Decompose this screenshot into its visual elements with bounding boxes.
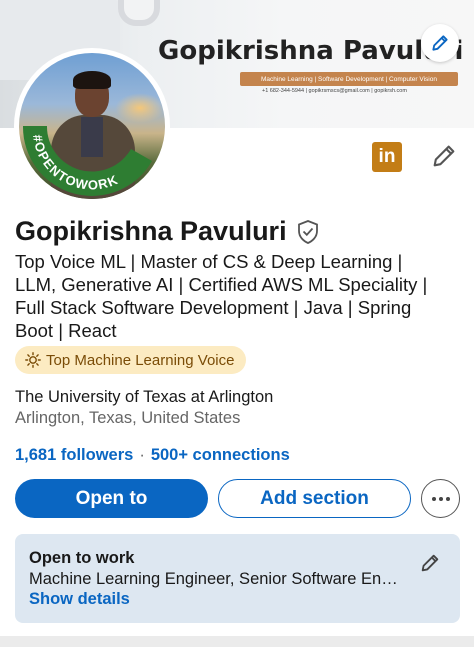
banner-contact: +1 682-344-5944 | gopikrsmscs@gmail.com … xyxy=(262,88,407,94)
open-to-button[interactable]: Open to xyxy=(15,479,208,518)
profile-location: Arlington, Texas, United States xyxy=(15,409,241,427)
open-to-work-roles: Machine Learning Engineer, Senior Softwa… xyxy=(29,570,404,588)
pencil-icon[interactable] xyxy=(430,142,458,170)
profile-school[interactable]: The University of Texas at Arlington xyxy=(15,388,273,407)
open-to-work-card[interactable]: Open to work Machine Learning Engineer, … xyxy=(15,534,460,623)
banner-mug-image xyxy=(118,0,160,26)
profile-name: Gopikrishna Pavuluri xyxy=(15,216,287,246)
pencil-icon[interactable] xyxy=(419,552,441,574)
more-button[interactable] xyxy=(421,479,460,518)
headline-line: Top Voice ML | Master of CS & Deep Learn… xyxy=(15,251,403,272)
open-to-work-title: Open to work xyxy=(29,549,135,567)
opentowork-frame: #OPENTOWORK xyxy=(22,126,153,196)
headline-line: LLM, Generative AI | Certified AWS ML Sp… xyxy=(15,274,428,295)
sun-icon xyxy=(25,352,41,368)
show-details-link[interactable]: Show details xyxy=(29,590,130,609)
verified-shield-icon[interactable] xyxy=(296,219,320,245)
add-section-button[interactable]: Add section xyxy=(218,479,411,518)
banner-tagline: Machine Learning | Software Development … xyxy=(240,72,458,86)
headline-line: Boot | React xyxy=(15,320,117,341)
profile-photo[interactable]: #OPENTOWORK xyxy=(14,48,170,204)
more-dots-icon xyxy=(431,496,436,501)
avatar: #OPENTOWORK xyxy=(19,53,165,199)
top-voice-label: Top Machine Learning Voice xyxy=(46,351,235,369)
pencil-icon xyxy=(432,35,448,51)
linkedin-icon[interactable]: in xyxy=(372,142,402,172)
profile-top-icons: in xyxy=(370,140,460,174)
top-voice-badge[interactable]: Top Machine Learning Voice xyxy=(15,346,247,374)
followers-link[interactable]: 1,681 followers xyxy=(15,446,133,465)
svg-text:#OPENTOWORK: #OPENTOWORK xyxy=(30,133,121,192)
more-dots-icon xyxy=(445,496,450,501)
profile-stats: 1,681 followers · 500+ connections xyxy=(15,446,290,465)
connections-link[interactable]: 500+ connections xyxy=(151,446,290,465)
headline-line: Full Stack Software Development | Java |… xyxy=(15,297,412,318)
profile-name-row: Gopikrishna Pavuluri xyxy=(15,216,320,247)
opentowork-text: #OPENTOWORK xyxy=(30,133,120,192)
edit-banner-button[interactable] xyxy=(421,24,459,62)
more-dots-icon xyxy=(438,496,443,501)
profile-headline: Top Voice ML | Master of CS & Deep Learn… xyxy=(15,250,460,342)
section-divider xyxy=(0,636,474,647)
stats-separator: · xyxy=(139,446,145,464)
banner-name: Gopikrishna Pavuluri xyxy=(158,36,464,66)
